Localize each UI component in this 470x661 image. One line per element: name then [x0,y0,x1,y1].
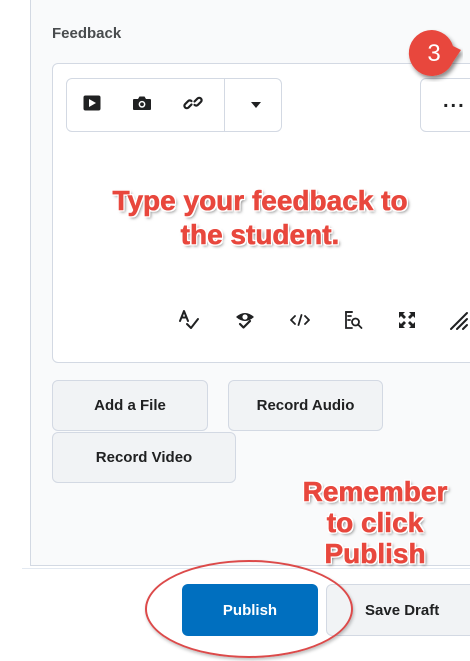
save-draft-button[interactable]: Save Draft [326,584,470,636]
feedback-heading: Feedback [52,25,122,42]
fullscreen-button[interactable] [393,308,421,336]
instruction-line-1: Type your feedback to [112,185,408,217]
more-insert-options-button[interactable] [231,79,281,131]
ellipsis-icon: ... [443,90,466,112]
reminder-line-1: Remember [302,476,448,508]
source-code-button[interactable] [286,308,314,336]
fullscreen-icon [397,310,417,335]
camera-icon [132,95,152,116]
resize-handle-icon [447,309,469,336]
video-play-icon [83,95,101,116]
editor-toolbar [66,78,282,132]
footer-divider [22,568,470,569]
step-badge: 3 [401,26,463,82]
publish-reminder-annotation: Remember to click Publish [285,476,465,570]
record-audio-button[interactable]: Record Audio [228,380,383,431]
dropdown-caret-icon [250,96,262,114]
more-actions-button[interactable]: ... [420,78,470,132]
reminder-line-3: Publish [324,538,426,570]
preview-icon [343,310,363,335]
insert-video-button[interactable] [67,79,117,131]
insert-link-button[interactable] [168,79,218,131]
reminder-line-2: to click [326,507,424,539]
instruction-annotation: Type your feedback to the student. [90,184,430,252]
resize-handle[interactable] [444,308,470,336]
accessibility-check-icon [234,310,256,335]
step-number: 3 [427,40,441,67]
insert-image-button[interactable] [117,79,167,131]
add-file-button[interactable]: Add a File [52,380,208,431]
record-video-button[interactable]: Record Video [52,432,236,483]
spellcheck-button[interactable] [175,308,203,336]
instruction-line-2: the student. [180,219,340,251]
accessibility-checker-button[interactable] [231,308,259,336]
publish-button[interactable]: Publish [182,584,318,636]
spellcheck-icon [178,309,200,335]
source-code-icon [290,313,310,331]
link-icon [183,93,203,118]
toolbar-divider [223,79,225,131]
preview-button[interactable] [339,308,367,336]
